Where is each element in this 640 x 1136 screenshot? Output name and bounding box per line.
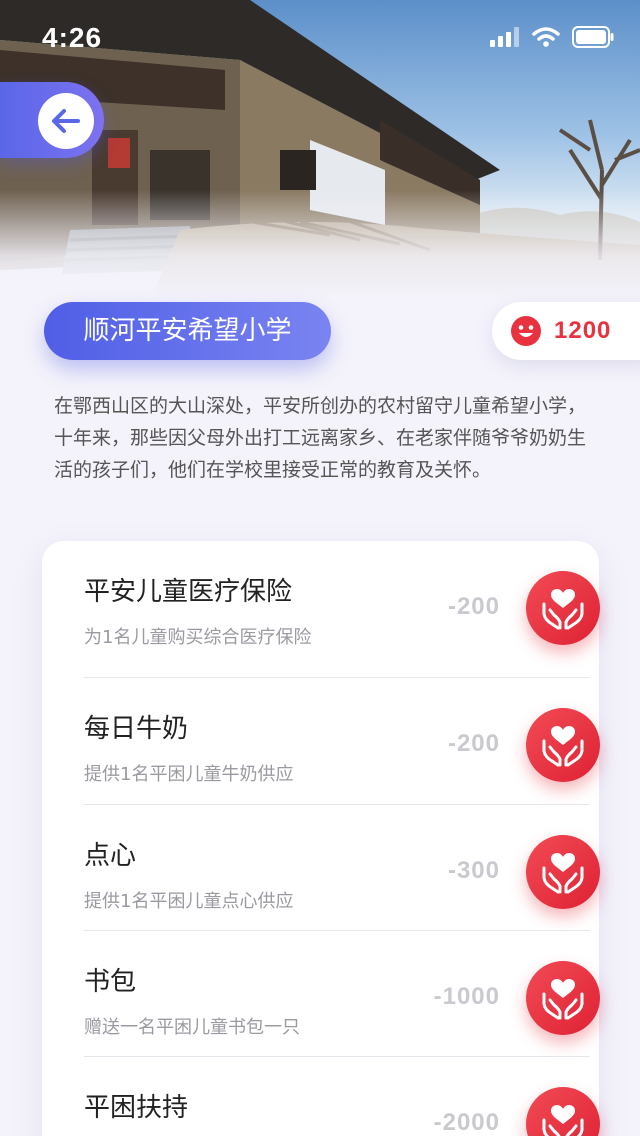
item-title: 书包: [84, 967, 137, 997]
status-bar: 4:26: [0, 0, 640, 76]
item-cost: -2000: [433, 1109, 500, 1136]
heart-hands-icon: [542, 979, 584, 1020]
donate-button[interactable]: [526, 835, 600, 909]
heart-hands-icon: [542, 589, 584, 630]
item-cost: -200: [447, 593, 500, 620]
wifi-icon: [532, 27, 560, 47]
donate-button[interactable]: [526, 1087, 600, 1136]
status-time: 4:26: [42, 22, 103, 53]
arrow-left-icon: [52, 109, 80, 133]
battery-icon: [572, 26, 614, 48]
item-subtitle: 提供1名平困儿童点心供应: [84, 891, 294, 912]
item-subtitle: 赠送一名平困儿童书包一只: [84, 1017, 300, 1038]
list-item[interactable]: 平安儿童医疗保险 为1名儿童购买综合医疗保险 -200: [84, 541, 600, 668]
status-icons: [490, 26, 614, 48]
list-item[interactable]: 每日牛奶 提供1名平困儿童牛奶供应 -200: [84, 677, 600, 804]
back-button[interactable]: [0, 82, 104, 158]
item-cost: -300: [447, 857, 500, 884]
heart-hands-icon: [542, 853, 584, 894]
item-title: 平困扶持: [84, 1093, 189, 1123]
list-item[interactable]: 平困扶持 -2000: [84, 1056, 600, 1136]
donation-options-card: 平安儿童医疗保险 为1名儿童购买综合医疗保险 -200 每日牛奶 提供1名平困儿…: [42, 541, 600, 1136]
donate-button[interactable]: [526, 708, 600, 782]
item-subtitle: 为1名儿童购买综合医疗保险: [84, 627, 312, 648]
smiley-face-icon: [511, 316, 541, 346]
school-name: 顺河平安希望小学: [44, 302, 331, 360]
item-title: 每日牛奶: [84, 714, 189, 744]
school-description: 在鄂西山区的大山深处，平安所创办的农村留守儿童希望小学，十年来，那些因父母外出打…: [54, 395, 587, 481]
points-value: 1200: [554, 317, 612, 344]
cellular-signal-icon: [490, 27, 519, 47]
donate-button[interactable]: [526, 961, 600, 1035]
donate-button[interactable]: [526, 571, 600, 645]
heart-hands-icon: [542, 1105, 584, 1136]
item-title: 点心: [84, 841, 137, 871]
back-button-circle[interactable]: [38, 93, 94, 149]
item-subtitle: 提供1名平困儿童牛奶供应: [84, 764, 294, 785]
heart-hands-icon: [542, 726, 584, 767]
item-title: 平安儿童医疗保险: [84, 577, 293, 607]
item-cost: -200: [447, 730, 500, 757]
list-item[interactable]: 书包 赠送一名平困儿童书包一只 -1000: [84, 930, 600, 1057]
list-item[interactable]: 点心 提供1名平困儿童点心供应 -300: [84, 804, 600, 931]
item-cost: -1000: [433, 983, 500, 1010]
points-badge: 1200: [492, 302, 640, 360]
